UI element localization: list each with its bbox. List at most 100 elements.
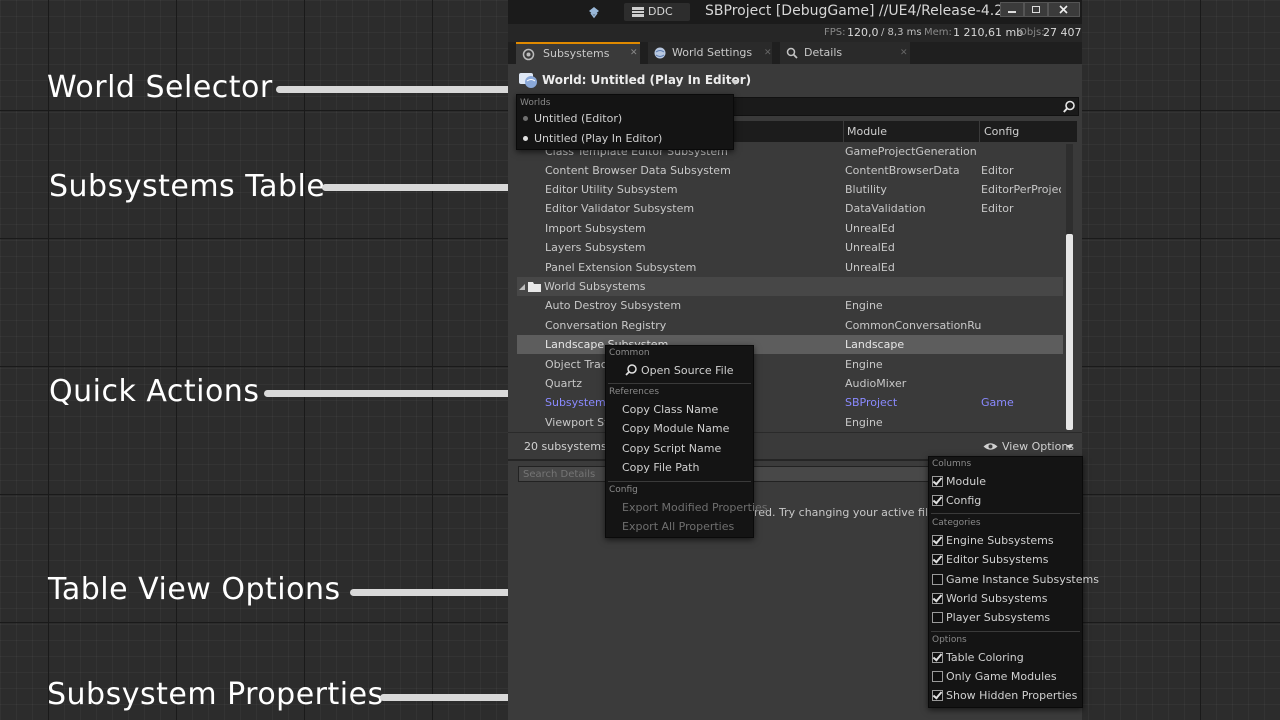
tab-close-icon[interactable]: ✕ — [630, 43, 638, 63]
minimize-icon — [1008, 11, 1016, 13]
checkbox-checked-icon[interactable] — [932, 593, 943, 604]
copy-file-path-item[interactable]: Copy File Path — [622, 461, 699, 474]
restore-button[interactable] — [1024, 2, 1048, 17]
row-name: Content Browser Data Subsystem — [545, 164, 731, 177]
annotation-quick-actions: Quick Actions — [49, 374, 260, 409]
world-option-label: Untitled (Play In Editor) — [534, 132, 663, 145]
close-button[interactable] — [1048, 2, 1080, 17]
toggle-label: Module — [946, 475, 986, 488]
category-row-world-subsystems[interactable]: World Subsystems — [517, 277, 1063, 296]
table-row[interactable]: Content Browser Data Subsystem ContentBr… — [517, 161, 1063, 180]
checkbox-checked-icon[interactable] — [932, 535, 943, 546]
source-control-icon[interactable] — [587, 5, 601, 19]
checkbox-checked-icon[interactable] — [932, 652, 943, 663]
column-header-config[interactable]: Config — [984, 125, 1019, 138]
window-controls — [1000, 2, 1080, 17]
eye-icon — [983, 443, 998, 450]
menu-heading-columns: Columns — [932, 459, 972, 469]
table-row-selected[interactable]: Landscape Subsystem Landscape — [517, 335, 1063, 354]
radio-dot-selected-icon — [523, 136, 528, 141]
toggle-label: Editor Subsystems — [946, 553, 1049, 566]
title-bar: DDC SBProject [DebugGame] //UE4/Release-… — [508, 0, 1082, 24]
copy-module-name-item[interactable]: Copy Module Name — [622, 422, 729, 435]
view-options-button[interactable]: View Options — [1002, 440, 1074, 453]
checkbox-unchecked-icon[interactable] — [932, 574, 943, 585]
tab-subsystems[interactable]: Subsystems ✕ — [516, 42, 640, 64]
menu-separator — [931, 631, 1080, 632]
minimize-button[interactable] — [1000, 2, 1024, 17]
window-title: SBProject [DebugGame] //UE4/Release-4.27 — [705, 3, 1013, 19]
tab-subsystems-label: Subsystems — [543, 47, 610, 60]
world-option-pie[interactable]: Untitled (Play In Editor) — [517, 130, 733, 148]
row-module: Blutility — [845, 183, 887, 196]
checkbox-checked-icon[interactable] — [932, 476, 943, 487]
toggle-show-hidden-properties[interactable]: Show Hidden Properties — [929, 687, 1082, 705]
table-row[interactable]: Panel Extension Subsystem UnrealEd — [517, 258, 1063, 277]
open-source-file-label: Open Source File — [641, 364, 734, 377]
world-option-label: Untitled (Editor) — [534, 112, 623, 125]
toggle-label: Game Instance Subsystems — [946, 573, 1099, 586]
export-all-properties-item[interactable]: Export All Properties — [622, 520, 734, 533]
search-input[interactable] — [730, 97, 1079, 116]
column-header-module[interactable]: Module — [847, 125, 887, 138]
world-selector-label: World: Untitled (Play In Editor) — [542, 73, 752, 87]
table-row[interactable]: Object Trace Engine — [517, 355, 1063, 374]
subsystem-count: 20 subsystems — [524, 440, 607, 453]
worlds-dropdown: Worlds Untitled (Editor) Untitled (Play … — [516, 94, 734, 150]
tab-world-settings[interactable]: World Settings ✕ — [648, 42, 772, 64]
row-name: Object Trace — [545, 358, 614, 371]
checkbox-checked-icon[interactable] — [932, 554, 943, 565]
quick-actions-menu: Common Open Source File References Copy … — [605, 345, 768, 538]
toggle-world-subsystems[interactable]: World Subsystems — [929, 590, 1082, 608]
table-row[interactable]: Viewport Sta Engine — [517, 413, 1063, 432]
export-modified-properties-item[interactable]: Export Modified Properties — [622, 501, 768, 514]
table-scrollbar-thumb[interactable] — [1066, 234, 1073, 430]
ddc-button[interactable]: DDC — [624, 3, 690, 21]
toggle-label: Engine Subsystems — [946, 534, 1054, 547]
tab-details[interactable]: Details ✕ — [780, 42, 910, 64]
annotation-line-subsystems-table — [322, 184, 534, 191]
table-row[interactable]: Import Subsystem UnrealEd — [517, 219, 1063, 238]
toggle-player-subsystems[interactable]: Player Subsystems — [929, 609, 1082, 627]
annotation-subsystem-properties: Subsystem Properties — [47, 677, 384, 712]
menu-heading-references: References — [609, 387, 660, 397]
table-row[interactable]: Layers Subsystem UnrealEd — [517, 238, 1063, 257]
table-scrollbar-track[interactable] — [1066, 144, 1073, 430]
toggle-game-instance-subsystems[interactable]: Game Instance Subsystems — [929, 571, 1099, 589]
copy-script-name-item[interactable]: Copy Script Name — [622, 442, 721, 455]
toggle-column-config[interactable]: Config — [929, 492, 1082, 510]
row-module: UnrealEd — [845, 222, 895, 235]
checkbox-unchecked-icon[interactable] — [932, 671, 943, 682]
row-module: Engine — [845, 299, 883, 312]
row-module: UnrealEd — [845, 241, 895, 254]
column-divider — [843, 121, 844, 142]
search-icon[interactable] — [1063, 100, 1076, 113]
copy-class-name-item[interactable]: Copy Class Name — [622, 403, 718, 416]
row-name: Import Subsystem — [545, 222, 646, 235]
chevron-down-icon — [731, 80, 739, 85]
subsystems-icon — [522, 48, 535, 61]
table-row[interactable]: Quartz AudioMixer — [517, 374, 1063, 393]
world-option-editor[interactable]: Untitled (Editor) — [517, 110, 733, 128]
toggle-table-coloring[interactable]: Table Coloring — [929, 649, 1082, 667]
row-config: Editor — [981, 202, 1014, 215]
table-row[interactable]: Subsystem B SBProject Game — [517, 393, 1063, 412]
open-source-file-item[interactable]: Open Source File — [606, 361, 753, 380]
toggle-engine-subsystems[interactable]: Engine Subsystems — [929, 532, 1082, 550]
tab-world-settings-label: World Settings — [672, 46, 753, 59]
tab-close-icon[interactable]: ✕ — [764, 42, 772, 64]
table-row[interactable]: Conversation Registry CommonConversation… — [517, 316, 1063, 335]
checkbox-unchecked-icon[interactable] — [932, 612, 943, 623]
checkbox-checked-icon[interactable] — [932, 495, 943, 506]
tab-close-icon[interactable]: ✕ — [900, 42, 908, 64]
collapse-arrow-icon[interactable] — [519, 284, 525, 290]
table-row[interactable]: Auto Destroy Subsystem Engine — [517, 296, 1063, 315]
table-row[interactable]: Editor Validator Subsystem DataValidatio… — [517, 199, 1063, 218]
toggle-column-module[interactable]: Module — [929, 473, 1082, 491]
toggle-only-game-modules[interactable]: Only Game Modules — [929, 668, 1082, 686]
toggle-editor-subsystems[interactable]: Editor Subsystems — [929, 551, 1082, 569]
world-selector[interactable]: World: Untitled (Play In Editor) — [518, 70, 751, 92]
table-row[interactable]: Editor Utility Subsystem Blutility Edito… — [517, 180, 1063, 199]
menu-separator — [608, 481, 751, 482]
checkbox-checked-icon[interactable] — [932, 690, 943, 701]
